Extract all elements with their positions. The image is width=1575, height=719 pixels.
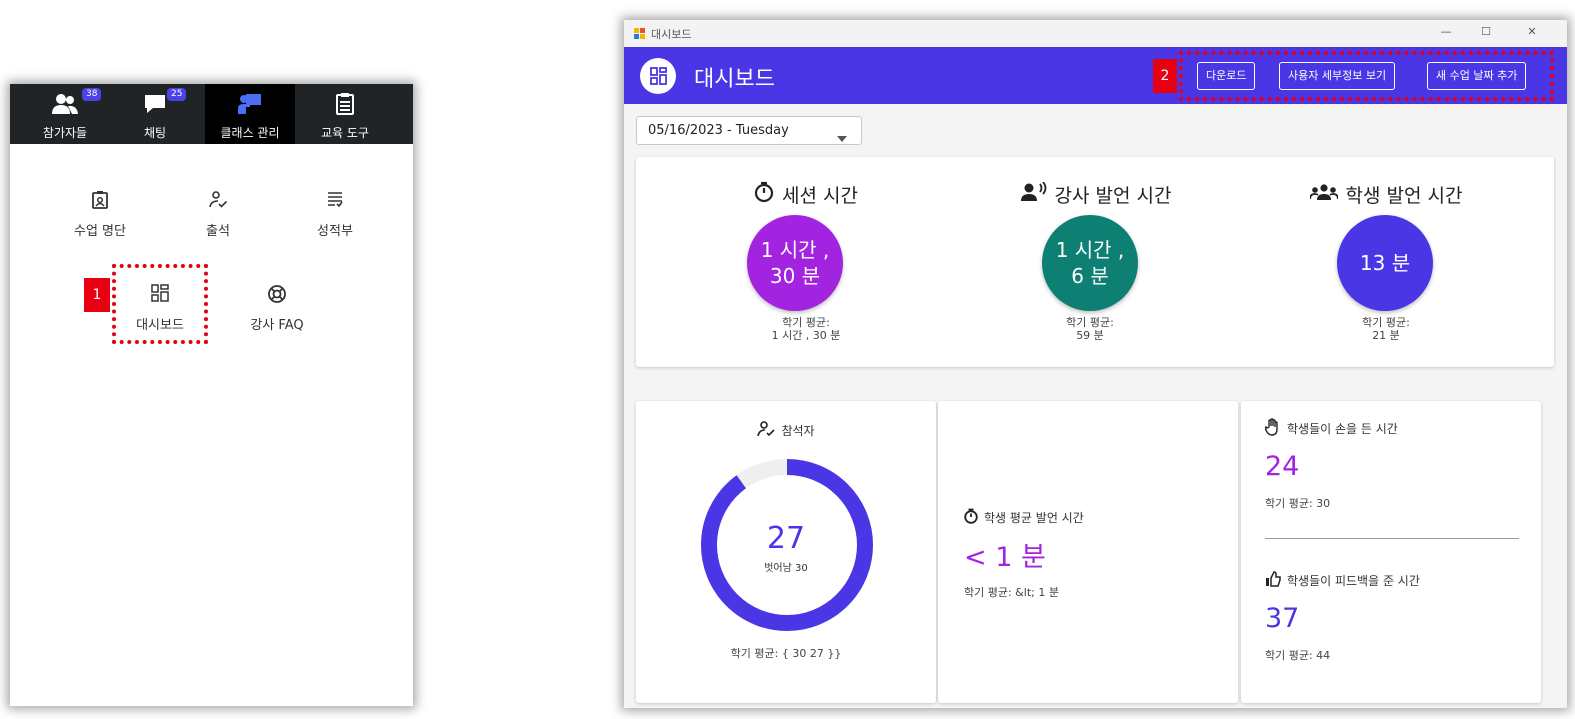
roster-button[interactable]: 수업 명단 xyxy=(55,190,145,239)
education-tools-icon xyxy=(300,92,390,118)
raised-hands-value: 24 xyxy=(1265,451,1300,482)
date-select-value: 05/16/2023 - Tuesday xyxy=(648,123,789,138)
minimize-button[interactable]: — xyxy=(1436,25,1456,38)
student-average-speaking-title: 학생 평균 발언 시간 xyxy=(964,508,1084,527)
timer-icon xyxy=(964,508,978,527)
tab-label: 클래스 관리 xyxy=(220,126,280,140)
tab-label: 교육 도구 xyxy=(321,126,369,140)
student-speaking-value: 13 분 xyxy=(1337,215,1433,311)
participants-badge: 38 xyxy=(82,88,102,101)
instructor-speaking-stat: 강사 발언 시간 xyxy=(946,181,1246,208)
student-average-speaking-card: 학생 평균 발언 시간 < 1 분 학기 평균: &lt; 1 분 xyxy=(938,401,1238,703)
attendees-count: 27 xyxy=(766,521,806,556)
add-class-date-button[interactable]: 새 수업 날짜 추가 xyxy=(1427,62,1527,90)
dashboard-label: 대시보드 xyxy=(136,318,184,333)
window-titlebar[interactable]: 대시보드 — ☐ ✕ xyxy=(624,20,1567,47)
tab-label: 채팅 xyxy=(143,126,167,140)
step-marker-2: 2 xyxy=(1153,59,1177,93)
instructor-speaking-value: 1 시간 ,6 분 xyxy=(1042,215,1138,311)
dashboard-window: 대시보드 — ☐ ✕ 대시보드 2 다운로드 사용자 세부정보 보기 새 수업 … xyxy=(624,20,1567,708)
student-speaking-average: 학기 평균: 21 분 xyxy=(1362,316,1410,342)
tab-education-tools[interactable]: 교육 도구 xyxy=(300,84,390,144)
maximize-button[interactable]: ☐ xyxy=(1476,25,1496,38)
download-button[interactable]: 다운로드 xyxy=(1197,62,1256,90)
class-management-icon xyxy=(205,92,295,118)
session-time-average: 학기 평균: 1 시간 , 30 분 xyxy=(771,316,841,342)
dashboard-button[interactable]: 대시보드 xyxy=(114,284,206,333)
tab-participants[interactable]: 38 참가자들 xyxy=(20,84,110,144)
raised-hand-icon xyxy=(1264,418,1281,439)
divider xyxy=(1265,538,1519,539)
chat-icon xyxy=(110,92,200,118)
timer-icon xyxy=(754,181,774,208)
attendance-button[interactable]: 출석 xyxy=(173,190,263,239)
attendees-average: 학기 평균: { 30 27 }} xyxy=(730,647,842,660)
session-time-value: 1 시간 , 30 분 xyxy=(747,215,843,311)
tab-chat[interactable]: 25 채팅 xyxy=(110,84,200,144)
raised-hands-average: 학기 평균: 30 xyxy=(1265,497,1331,510)
student-speaking-title: 학생 발언 시간 xyxy=(1236,181,1536,208)
chevron-down-icon xyxy=(837,127,847,146)
tab-label: 참가자들 xyxy=(42,126,88,140)
gradebook-icon xyxy=(290,190,380,212)
header-title: 대시보드 xyxy=(694,67,775,92)
chat-badge: 25 xyxy=(167,88,187,101)
tab-class-management[interactable]: 클래스 관리 xyxy=(205,84,295,144)
attendance-icon xyxy=(757,421,776,440)
dashboard-icon xyxy=(640,58,676,94)
instructor-speaking-title: 강사 발언 시간 xyxy=(946,181,1246,208)
attendance-label: 출석 xyxy=(206,224,230,239)
attendees-title: 참석자 xyxy=(636,421,936,440)
students-group-icon xyxy=(1308,183,1339,206)
feedback-average: 학기 평균: 44 xyxy=(1265,649,1331,662)
gradebook-label: 성적부 xyxy=(317,224,353,239)
view-user-details-button[interactable]: 사용자 세부정보 보기 xyxy=(1279,62,1396,90)
feedback-value: 37 xyxy=(1265,603,1300,634)
student-average-speaking-value: < 1 분 xyxy=(964,542,1046,573)
date-select[interactable]: 05/16/2023 - Tuesday xyxy=(636,116,862,145)
panel-tab-bar: 38 참가자들 25 채팅 클래스 관리 교육 도구 xyxy=(10,84,413,144)
gradebook-button[interactable]: 성적부 xyxy=(290,190,380,239)
session-time-stat: 세션 시간 xyxy=(656,181,956,208)
feedback-title: 학생들이 피드백을 준 시간 xyxy=(1265,571,1420,590)
student-average-speaking-average: 학기 평균: &lt; 1 분 xyxy=(964,586,1059,599)
student-speaking-stat: 학생 발언 시간 xyxy=(1236,181,1536,208)
dashboard-header: 대시보드 2 다운로드 사용자 세부정보 보기 새 수업 날짜 추가 xyxy=(624,47,1567,104)
session-stats-card: 세션 시간 1 시간 , 30 분 학기 평균: 1 시간 , 30 분 강사 발… xyxy=(636,157,1554,367)
thumbs-up-icon xyxy=(1265,571,1281,590)
class-tools-panel: 38 참가자들 25 채팅 클래스 관리 교육 도구 수업 명단 출석 성적부 … xyxy=(10,84,413,706)
faq-lifebuoy-icon xyxy=(232,284,322,306)
window-title: 대시보드 xyxy=(651,28,692,41)
instructor-speaking-average: 학기 평균: 59 분 xyxy=(1066,316,1114,342)
instructor-faq-label: 강사 FAQ xyxy=(250,318,304,333)
engagement-card: 학생들이 손을 든 시간 24 학기 평균: 30 학생들이 피드백을 준 시간… xyxy=(1241,401,1541,703)
attendance-icon xyxy=(173,190,263,212)
speaker-icon xyxy=(1020,181,1047,207)
close-button[interactable]: ✕ xyxy=(1522,25,1542,38)
session-time-title: 세션 시간 xyxy=(656,181,956,208)
roster-icon xyxy=(55,190,145,212)
attendees-away: 벗어남 30 xyxy=(764,563,808,574)
instructor-faq-button[interactable]: 강사 FAQ xyxy=(232,284,322,333)
app-logo-icon xyxy=(634,28,646,40)
roster-label: 수업 명단 xyxy=(74,224,126,239)
dashboard-icon xyxy=(114,284,206,306)
raised-hands-title: 학생들이 손을 든 시간 xyxy=(1264,418,1398,439)
attendees-card: 참석자 27 벗어남 30 학기 평균: { 30 27 }} xyxy=(636,401,936,703)
step-marker-1: 1 xyxy=(84,278,110,312)
